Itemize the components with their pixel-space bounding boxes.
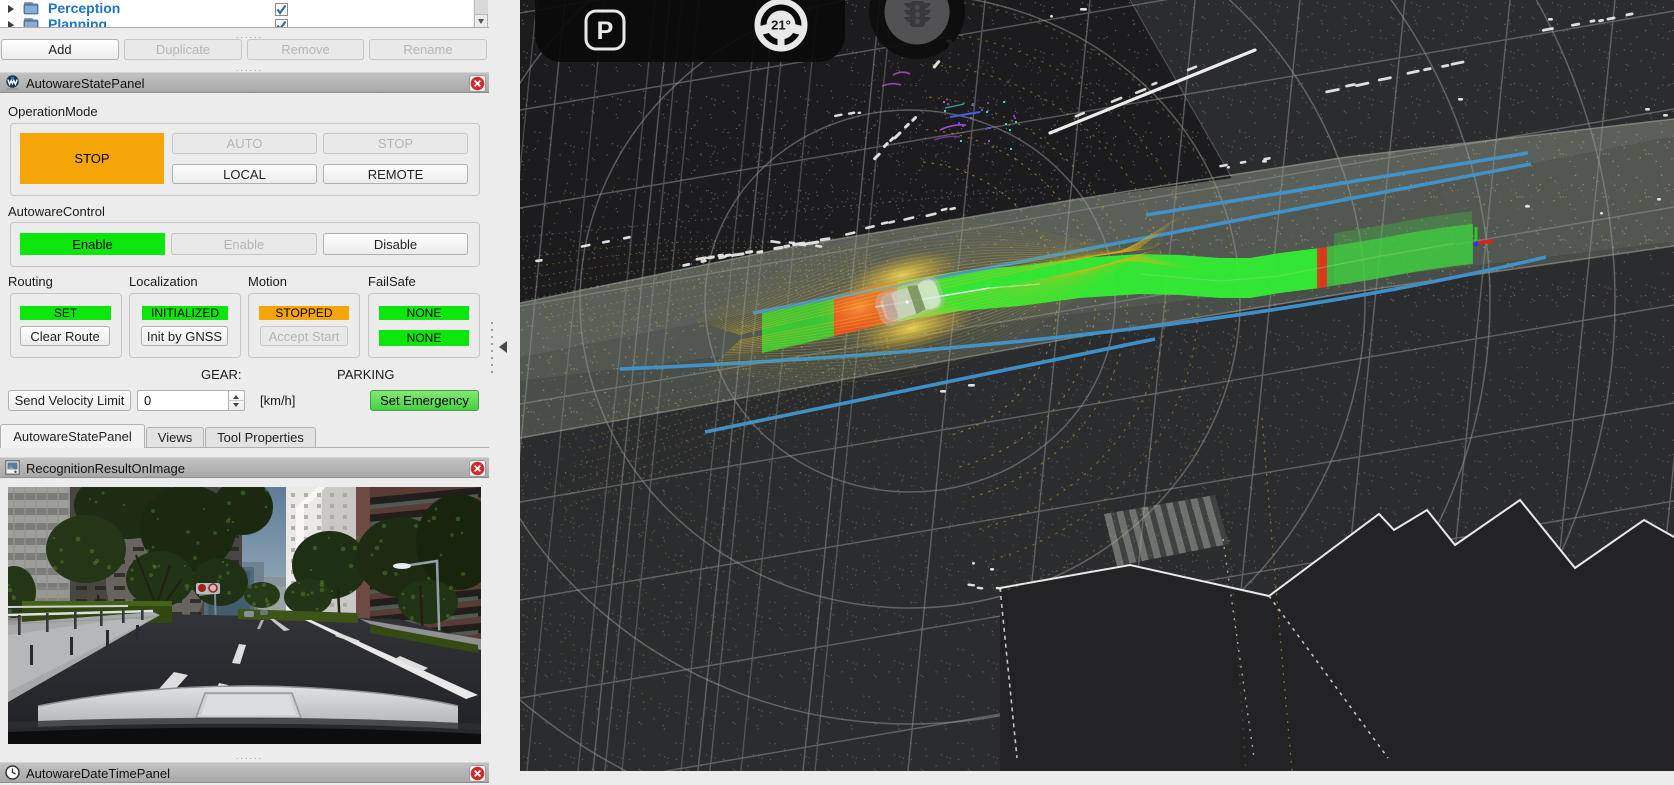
svg-text:21°: 21° [771,18,791,33]
svg-text:P: P [597,17,614,45]
